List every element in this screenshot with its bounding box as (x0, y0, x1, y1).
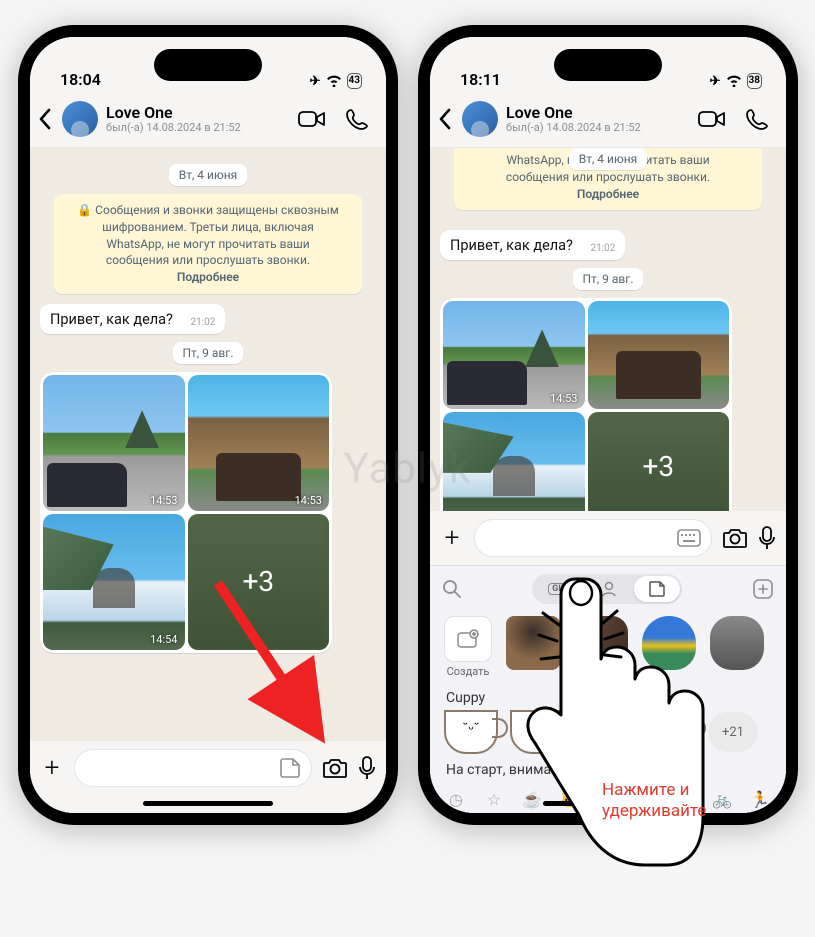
battery-icon: 43 (347, 73, 362, 89)
message-incoming[interactable]: Привет, как дела? 21:02 (440, 230, 625, 260)
sticker-item[interactable]: ಥ_ಥ (642, 710, 696, 754)
input-bar: + (430, 511, 786, 565)
sticker-item[interactable] (710, 616, 764, 670)
attach-button[interactable]: + (40, 753, 64, 783)
annotation-hand-label: Нажмите и удерживайте (602, 780, 706, 823)
favorites-tab-icon[interactable]: ☆ (484, 790, 504, 809)
voice-call-button[interactable] (740, 108, 774, 130)
date-separator: Пт, 9 авг. (173, 342, 244, 364)
airplane-icon: ✈︎ (310, 74, 321, 89)
contact-name: Love One (506, 104, 684, 122)
sticker-create-button[interactable]: Создать (444, 616, 492, 678)
phone-right: 18:11 ✈︎ 38 Love One (418, 25, 798, 825)
status-time: 18:04 (60, 70, 101, 89)
media-thumb[interactable] (588, 301, 730, 409)
media-thumb[interactable] (443, 412, 585, 511)
sticker-add-button[interactable] (752, 578, 774, 600)
wifi-icon (326, 75, 342, 87)
sticker-button[interactable] (279, 757, 301, 779)
sticker-pack-label: Cuppy (430, 682, 786, 710)
media-group[interactable]: 14:53 +3 (440, 298, 732, 511)
contact-status: был(-а) 14.08.2024 в 21:52 (506, 122, 684, 134)
mic-button[interactable] (358, 756, 376, 780)
pack-tab-icon[interactable]: 🚲 (712, 790, 732, 809)
sticker-more-button[interactable]: +21 (708, 712, 758, 752)
message-incoming[interactable]: Привет, как дела? 21:02 (40, 304, 225, 334)
encryption-more[interactable]: Подробнее (74, 269, 342, 286)
media-thumb[interactable]: 14:53 (443, 301, 585, 409)
video-call-button[interactable] (292, 109, 332, 129)
keyboard-button[interactable] (677, 529, 701, 547)
recent-tab-icon[interactable]: ◷ (446, 790, 466, 809)
pack-tab-icon[interactable]: 🐱 (560, 790, 580, 809)
message-time: 21:02 (191, 317, 216, 328)
sticker-item[interactable] (574, 616, 628, 670)
sticker-item[interactable]: ˘ᵕ˘ (444, 710, 498, 754)
date-separator: Вт, 4 июня (169, 164, 248, 186)
attach-button[interactable]: + (440, 523, 464, 553)
chat-header: Love One был(-а) 14.08.2024 в 21:52 (30, 95, 386, 148)
media-thumb[interactable]: 14:53 (188, 375, 330, 511)
phone-left: 18:04 ✈︎ 43 Love One (18, 25, 398, 825)
avatar[interactable] (462, 101, 498, 137)
chat-body[interactable]: WhatsApp, не могут прочитать ваши сообще… (430, 148, 786, 511)
media-thumb-more[interactable]: +3 (588, 412, 730, 511)
airplane-icon: ✈︎ (710, 74, 721, 89)
chat-body[interactable]: Вт, 4 июня 🔒 Сообщения и звонки защищены… (30, 148, 386, 741)
voice-call-button[interactable] (340, 108, 374, 130)
camera-button[interactable] (722, 527, 748, 549)
status-time: 18:11 (460, 70, 501, 89)
sticker-item[interactable]: T_T (576, 710, 630, 754)
sticker-item[interactable] (642, 616, 696, 670)
back-button[interactable] (438, 108, 454, 130)
media-group[interactable]: 14:53 14:53 14:54 +3 (40, 372, 332, 653)
home-indicator[interactable] (143, 801, 273, 806)
message-input[interactable] (74, 749, 312, 787)
encryption-more[interactable]: Подробнее (474, 186, 742, 203)
camera-button[interactable] (322, 757, 348, 779)
encryption-banner[interactable]: 🔒 Сообщения и звонки защищены сквозным ш… (54, 194, 362, 294)
contact-info[interactable]: Love One был(-а) 14.08.2024 в 21:52 (506, 104, 684, 134)
sticker-item[interactable]: ^▽^ (510, 710, 564, 754)
media-thumb[interactable]: 14:53 (43, 375, 185, 511)
pack-tab-icon[interactable]: 🏃 (750, 790, 770, 809)
tab-gif[interactable]: GIF (534, 576, 584, 602)
contact-info[interactable]: Love One был(-а) 14.08.2024 в 21:52 (106, 104, 284, 134)
dynamic-island (154, 49, 262, 81)
avatar[interactable] (62, 101, 98, 137)
contact-name: Love One (106, 104, 284, 122)
sticker-tab-segment: GIF (532, 574, 682, 604)
media-thumb[interactable]: 14:54 (43, 514, 185, 650)
back-button[interactable] (38, 108, 54, 130)
mic-button[interactable] (758, 526, 776, 550)
sticker-pack-row: ˘ᵕ˘ ^▽^ T_T ಥ_ಥ +21 (430, 710, 786, 754)
sticker-item[interactable] (506, 616, 560, 670)
sticker-search-button[interactable] (442, 579, 462, 599)
pack-tab-icon[interactable]: ☕ (522, 790, 542, 809)
contact-status: был(-а) 14.08.2024 в 21:52 (106, 122, 284, 134)
sticker-pack-label: На старт, внимани (430, 754, 786, 782)
date-separator: Вт, 4 июня (569, 148, 648, 170)
tab-stickers[interactable] (634, 576, 680, 602)
sticker-panel: GIF Создать (430, 565, 786, 813)
tab-avatar[interactable] (586, 576, 632, 602)
video-call-button[interactable] (692, 109, 732, 129)
message-time: 21:02 (591, 243, 616, 254)
media-thumb-more[interactable]: +3 (188, 514, 330, 650)
date-separator: Пт, 9 авг. (573, 268, 644, 290)
message-input[interactable] (474, 519, 712, 557)
dynamic-island (554, 49, 662, 81)
chat-header: Love One был(-а) 14.08.2024 в 21:52 (430, 95, 786, 148)
battery-icon: 38 (747, 73, 762, 89)
wifi-icon (726, 75, 742, 87)
